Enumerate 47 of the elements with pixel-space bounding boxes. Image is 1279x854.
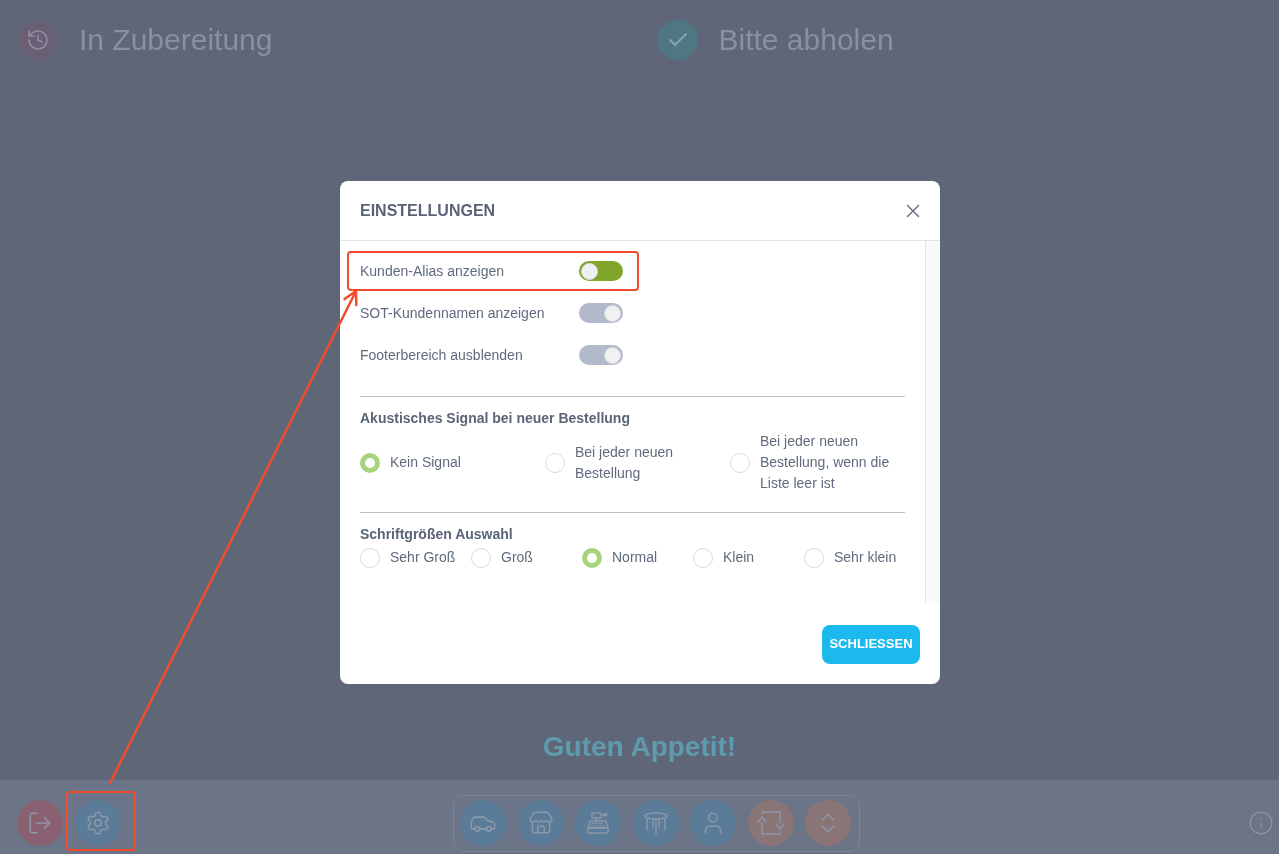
store-icon <box>527 810 554 836</box>
radio-label: Sehr Groß <box>390 548 456 567</box>
clock-icon <box>18 20 58 60</box>
check-icon <box>657 20 698 60</box>
info-icon <box>1248 810 1274 836</box>
radio-label: Kein Signal <box>390 453 461 472</box>
settings-icon <box>85 810 111 836</box>
transfer-icon <box>756 810 785 836</box>
radio-button[interactable] <box>545 452 565 473</box>
radio-label: Sehr klein <box>834 548 897 567</box>
radio-button[interactable] <box>360 452 380 473</box>
radio-button[interactable] <box>471 547 491 568</box>
toggle-switch[interactable] <box>579 345 623 365</box>
close-dialog-button[interactable]: SCHLIESSEN <box>822 624 920 664</box>
info-button[interactable] <box>1248 810 1274 836</box>
setting-label: Kunden-Alias anzeigen <box>360 261 505 281</box>
radio-label: Bei jeder neuen Bestellung, wenn die Liste leer ist <box>760 432 891 493</box>
toggle-switch[interactable] <box>579 261 623 281</box>
logout-button[interactable] <box>17 800 63 846</box>
toggle-switch[interactable] <box>579 303 623 323</box>
up-down-button[interactable] <box>805 800 851 846</box>
dialog-title: EINSTELLUNGEN <box>360 200 496 221</box>
radio-button[interactable] <box>582 547 602 568</box>
section-heading: Akustisches Signal bei neuer Bestellung <box>360 409 631 428</box>
radio-label: Bei jeder neuen Bestellung <box>575 442 675 483</box>
settings-button[interactable] <box>75 800 121 846</box>
car-button[interactable] <box>460 800 506 846</box>
setting-label: Footerbereich ausblenden <box>360 345 524 365</box>
logout-icon <box>27 810 53 836</box>
cash-register-button[interactable] <box>575 800 621 846</box>
radio-label: Klein <box>723 548 755 567</box>
radio-label: Normal <box>612 548 658 567</box>
radio-button[interactable] <box>693 547 713 568</box>
radio-button[interactable] <box>804 547 824 568</box>
radio-button[interactable] <box>730 452 750 473</box>
setting-label: SOT-Kundennamen anzeigen <box>360 303 546 323</box>
store-button[interactable] <box>517 800 564 846</box>
highlight-frame <box>66 791 136 851</box>
cash-register-icon <box>585 810 611 836</box>
scrollbar-track[interactable] <box>925 241 940 604</box>
transfer-button[interactable] <box>747 800 794 846</box>
radio-button[interactable] <box>360 547 380 568</box>
table-button[interactable] <box>632 800 679 846</box>
person-button[interactable] <box>690 800 736 846</box>
table-icon <box>642 810 669 836</box>
radio-label: Groß <box>501 548 533 567</box>
section-heading: Schriftgrößen Auswahl <box>360 525 514 544</box>
